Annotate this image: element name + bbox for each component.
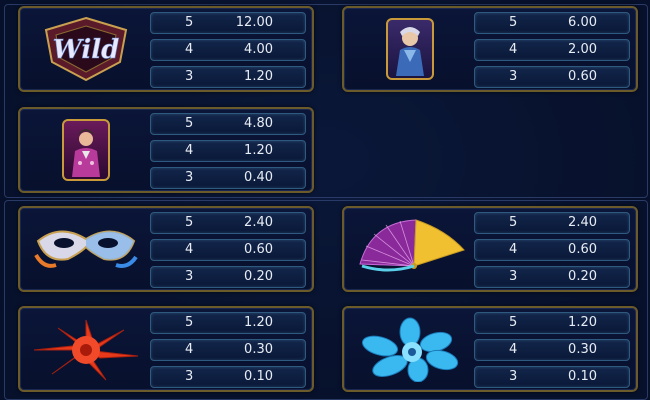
- pay-row: 4 4.00: [150, 39, 306, 61]
- pay-row: 3 0.10: [150, 366, 306, 388]
- man-card-icon: [28, 115, 144, 185]
- paytable-panel-lady: 5 6.00 4 2.00 3 0.60: [342, 6, 638, 92]
- lady-card-icon: [352, 14, 468, 84]
- svg-text:Wild: Wild: [53, 35, 120, 65]
- pay-row: 5 4.80: [150, 113, 306, 135]
- pay-row: 4 0.60: [474, 239, 630, 261]
- pay-row: 4 0.30: [474, 339, 630, 361]
- pay-row: 5 12.00: [150, 12, 306, 34]
- paytable-panel-wild: Wild 5 12.00 4 4.00 3 1.20: [18, 6, 314, 92]
- pay-row: 3 0.60: [474, 66, 630, 88]
- pay-row: 5 6.00: [474, 12, 630, 34]
- pay-row: 3 1.20: [150, 66, 306, 88]
- pay-row: 3 0.40: [150, 167, 306, 189]
- fan-icon: [352, 214, 468, 284]
- pay-row: 5 2.40: [150, 212, 306, 234]
- pay-row: 5 2.40: [474, 212, 630, 234]
- pay-row: 4 0.60: [150, 239, 306, 261]
- pay-row: 5 1.20: [150, 312, 306, 334]
- paytable-panel-blue-flower: 5 1.20 4 0.30 3 0.10: [342, 306, 638, 392]
- pay-row: 4 1.20: [150, 140, 306, 162]
- pay-row: 3 0.10: [474, 366, 630, 388]
- paytable-panel-man: 5 4.80 4 1.20 3 0.40: [18, 107, 314, 193]
- pay-row: 3 0.20: [474, 266, 630, 288]
- pay-row: 4 2.00: [474, 39, 630, 61]
- pay-row: 5 1.20: [474, 312, 630, 334]
- pay-row: 3 0.20: [150, 266, 306, 288]
- red-flower-icon: [28, 314, 144, 384]
- pay-row: 4 0.30: [150, 339, 306, 361]
- paytable-panel-fan: 5 2.40 4 0.60 3 0.20: [342, 206, 638, 292]
- wild-icon: Wild: [28, 14, 144, 84]
- paytable-panel-mask: 5 2.40 4 0.60 3 0.20: [18, 206, 314, 292]
- blue-flower-icon: [352, 314, 468, 384]
- mask-icon: [28, 214, 144, 284]
- paytable-panel-red-flower: 5 1.20 4 0.30 3 0.10: [18, 306, 314, 392]
